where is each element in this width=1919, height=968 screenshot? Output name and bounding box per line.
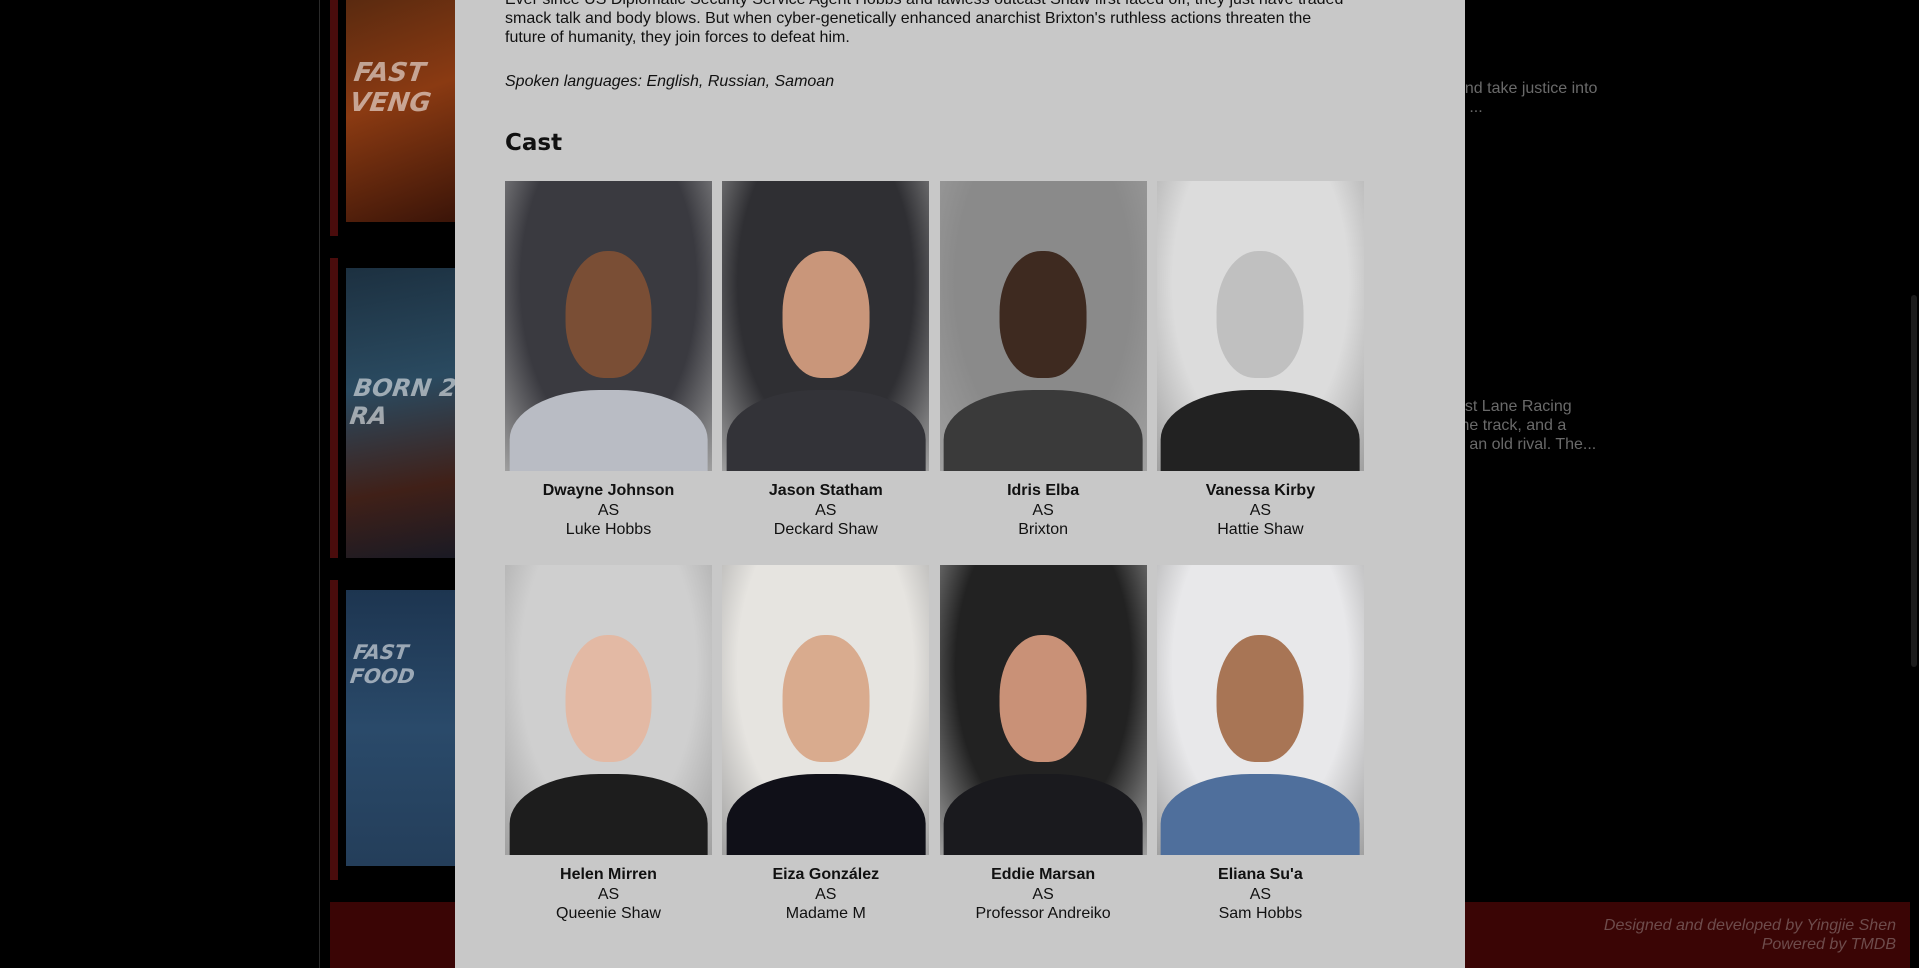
- cast-card: Jason Statham AS Deckard Shaw: [722, 181, 930, 565]
- as-label: AS: [1032, 502, 1054, 519]
- cast-card: Helen Mirren AS Queenie Shaw: [505, 565, 712, 949]
- actor-photo: [722, 181, 930, 471]
- poster-title: FAST VENG: [347, 58, 433, 118]
- actor-name: Dwayne Johnson: [542, 482, 675, 499]
- as-label: AS: [1249, 886, 1272, 903]
- cast-heading: Cast: [505, 130, 563, 156]
- footer-tmdb: Powered by TMDB: [1761, 936, 1896, 953]
- character-name: Luke Hobbs: [565, 521, 652, 538]
- character-name: Brixton: [1018, 521, 1068, 538]
- character-name: Madame M: [785, 905, 866, 922]
- movie-detail-modal: Ever since US Diplomatic Security Servic…: [455, 0, 1465, 968]
- movie-poster[interactable]: FAST FOOD: [346, 590, 456, 866]
- movie-poster[interactable]: FAST VENG: [346, 0, 456, 222]
- movie-overview: Ever since US Diplomatic Security Servic…: [505, 0, 1343, 46]
- sidebar-divider: [319, 0, 320, 968]
- as-label: AS: [815, 886, 837, 903]
- as-label: AS: [597, 502, 620, 519]
- cast-card: Dwayne Johnson AS Luke Hobbs: [505, 181, 712, 565]
- movie-overview-snippet: and take justice into e ...: [1456, 80, 1598, 116]
- character-name: Professor Andreiko: [975, 905, 1111, 922]
- cast-card: Vanessa Kirby AS Hattie Shaw: [1156, 181, 1364, 565]
- cast-card: Eliana Su'a AS Sam Hobbs: [1156, 565, 1364, 949]
- movie-overview-snippet: ast Lane Racing the track, and a h an ol…: [1456, 398, 1597, 453]
- result-accent-bar: [330, 0, 338, 236]
- actor-photo: [939, 181, 1147, 471]
- footer-credits: Designed and developed by Yingjie Shen P…: [1604, 916, 1896, 954]
- actor-name: Helen Mirren: [560, 866, 657, 883]
- poster-title: FAST FOOD: [348, 640, 417, 688]
- result-accent-bar: [330, 580, 338, 880]
- as-label: AS: [597, 886, 620, 903]
- character-name: Hattie Shaw: [1217, 521, 1304, 538]
- character-name: Sam Hobbs: [1218, 905, 1303, 922]
- as-label: AS: [1032, 886, 1054, 903]
- movie-poster[interactable]: BORN 2 RA: [346, 268, 456, 558]
- actor-photo: [722, 565, 930, 855]
- cast-card: Eddie Marsan AS Professor Andreiko: [939, 565, 1147, 949]
- poster-title: BORN 2 RA: [348, 374, 456, 430]
- footer-developer: Designed and developed by Yingjie Shen: [1603, 917, 1896, 934]
- scrollbar-thumb[interactable]: [1911, 295, 1917, 667]
- actor-name: Idris Elba: [1007, 482, 1080, 499]
- actor-photo: [1156, 181, 1364, 471]
- as-label: AS: [1249, 502, 1272, 519]
- result-accent-bar: [330, 258, 338, 558]
- actor-name: Eiza González: [772, 866, 880, 883]
- actor-photo: [505, 565, 712, 855]
- character-name: Queenie Shaw: [556, 905, 661, 922]
- actor-name: Eddie Marsan: [991, 866, 1096, 883]
- actor-name: Vanessa Kirby: [1205, 482, 1316, 499]
- as-label: AS: [815, 502, 837, 519]
- actor-photo: [505, 181, 712, 471]
- actor-photo: [1156, 565, 1364, 855]
- cast-card: Idris Elba AS Brixton: [939, 181, 1147, 565]
- actor-photo: [939, 565, 1147, 855]
- spoken-languages: Spoken languages: English, Russian, Samo…: [505, 73, 835, 90]
- actor-name: Jason Statham: [768, 482, 883, 499]
- cast-grid: Dwayne Johnson AS Luke Hobbs Jason Stath…: [505, 181, 1365, 949]
- actor-name: Eliana Su'a: [1218, 866, 1303, 883]
- cast-card: Eiza González AS Madame M: [722, 565, 930, 949]
- character-name: Deckard Shaw: [773, 521, 878, 538]
